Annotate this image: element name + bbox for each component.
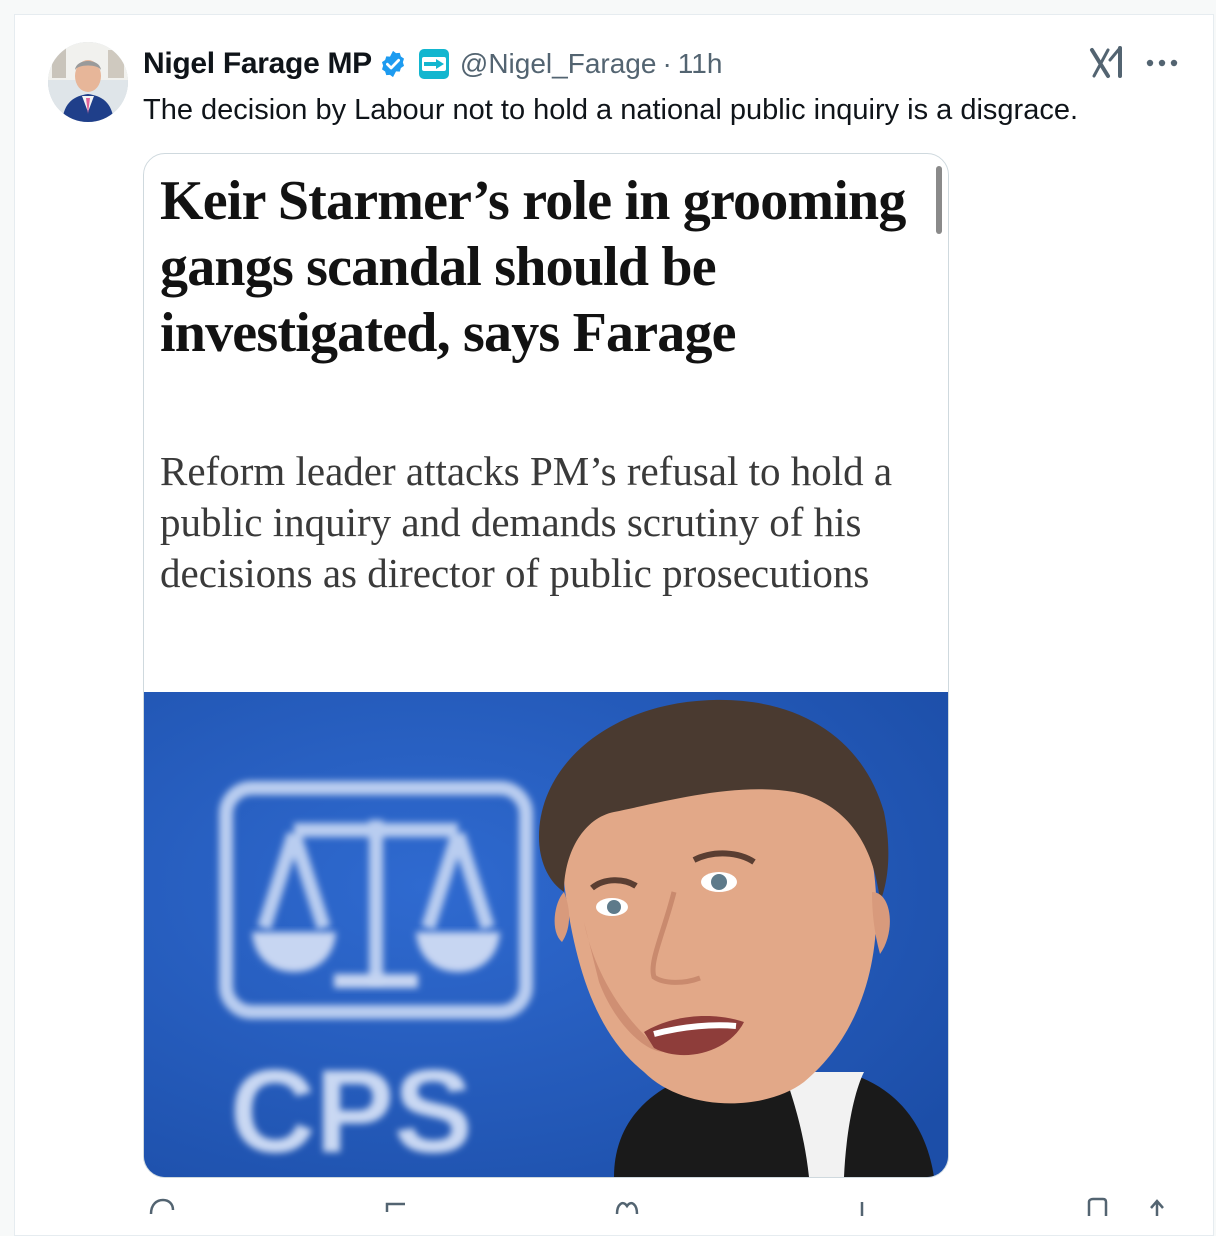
scrollbar[interactable] (936, 166, 942, 234)
views-icon[interactable] (848, 1196, 876, 1216)
tweet-timestamp[interactable]: 11h (678, 48, 723, 80)
article-card[interactable]: Keir Starmer’s role in grooming gangs sc… (143, 153, 949, 1178)
repost-icon[interactable] (383, 1196, 411, 1216)
article-headline: Keir Starmer’s role in grooming gangs sc… (160, 170, 906, 364)
author-avatar[interactable] (48, 42, 128, 122)
separator-dot: · (662, 48, 672, 79)
grok-icon[interactable] (1088, 46, 1126, 80)
article-standfirst: Reform leader attacks PM’s refusal to ho… (160, 448, 893, 596)
more-icon[interactable] (1142, 46, 1182, 80)
article-image[interactable]: CPS (144, 692, 948, 1177)
tweet-header: Nigel Farage MP @Nigel_Farage · 11h (143, 44, 722, 84)
bookmark-icon[interactable] (1083, 1196, 1111, 1216)
author-display-name[interactable]: Nigel Farage MP (143, 47, 372, 81)
share-icon[interactable] (1143, 1196, 1171, 1216)
cps-logo-text: CPS (230, 1046, 473, 1177)
author-handle[interactable]: @Nigel_Farage (460, 48, 657, 80)
tweet-text: The decision by Labour not to hold a nat… (143, 94, 1079, 126)
reply-icon[interactable] (147, 1196, 175, 1216)
like-icon[interactable] (613, 1196, 641, 1216)
verified-badge-icon[interactable] (378, 49, 408, 79)
reform-uk-badge-icon[interactable] (418, 48, 450, 80)
tweet-action-bar (143, 1196, 1183, 1216)
